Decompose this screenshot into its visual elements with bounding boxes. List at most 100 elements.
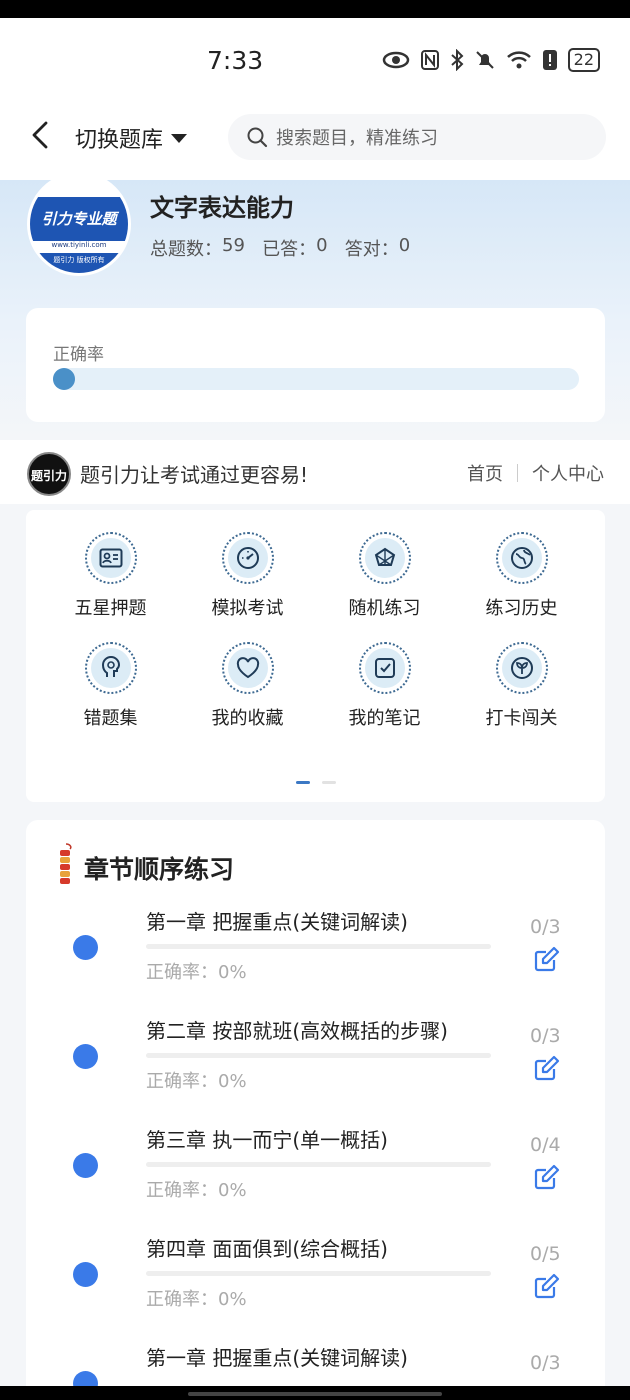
chapter-row[interactable]: 第一章 把握重点(关键词解读) 正确率：0% 0/3 bbox=[26, 892, 605, 1001]
accuracy-card: 正确率 bbox=[26, 308, 605, 422]
pager-dot[interactable] bbox=[322, 781, 336, 784]
gesture-bar bbox=[0, 1386, 630, 1400]
chapter-accuracy: 正确率：0% bbox=[146, 1289, 247, 1310]
chapter-progress-track bbox=[146, 944, 491, 949]
chapter-count: 0/3 bbox=[530, 916, 561, 938]
edit-icon[interactable] bbox=[534, 946, 560, 972]
eye-icon bbox=[382, 51, 409, 69]
chapter-count: 0/3 bbox=[530, 1025, 561, 1047]
chapter-bullet bbox=[73, 935, 98, 960]
menu-five-star[interactable]: 五星押题 bbox=[42, 532, 179, 620]
menu-mock-exam[interactable]: 模拟考试 bbox=[179, 532, 316, 620]
globe-icon bbox=[510, 547, 533, 569]
menu-label: 我的收藏 bbox=[211, 708, 284, 729]
answered-label: 已答： bbox=[262, 239, 317, 260]
search-icon bbox=[247, 127, 268, 148]
back-arrow-icon[interactable] bbox=[28, 120, 52, 150]
menu-label: 五星押题 bbox=[74, 598, 147, 619]
chapter-count: 0/5 bbox=[530, 1243, 561, 1265]
firecracker-icon bbox=[60, 843, 72, 884]
correct-label: 答对： bbox=[344, 239, 399, 260]
stats-spacer bbox=[328, 235, 345, 261]
subject-logo: 引力专业题 www.tiyinli.com 题引力 版权所有 bbox=[27, 172, 131, 276]
sprout-icon bbox=[510, 657, 533, 679]
status-icons: 22 bbox=[382, 48, 600, 72]
switch-bank-label: 切换题库 bbox=[75, 128, 164, 153]
gauge-icon bbox=[236, 547, 259, 569]
nfc-icon bbox=[420, 50, 439, 70]
mute-icon bbox=[475, 51, 494, 69]
top-bar: 切换题库 搜索题目，精准练习 bbox=[0, 90, 630, 180]
subject-summary: 引力专业题 www.tiyinli.com 题引力 版权所有 文字表达能力 总题… bbox=[0, 172, 630, 440]
chapter-count: 0/3 bbox=[530, 1352, 561, 1374]
accuracy-progress-fill bbox=[53, 368, 75, 390]
menu-wrong-answers[interactable]: 错题集 bbox=[42, 642, 179, 730]
answered-value: 0 bbox=[316, 235, 328, 256]
menu-favorites[interactable]: 我的收藏 bbox=[179, 642, 316, 730]
status-time: 7:33 bbox=[207, 46, 264, 75]
chapter-row[interactable]: 第四章 面面俱到(综合概括) 正确率：0% 0/5 bbox=[26, 1219, 605, 1328]
menu-pager bbox=[296, 781, 336, 784]
pager-dot-active[interactable] bbox=[296, 781, 310, 784]
bluetooth-icon bbox=[450, 49, 464, 71]
chapter-name: 第一章 把握重点(关键词解读) bbox=[146, 910, 408, 934]
stats-spacer bbox=[245, 235, 262, 261]
logo-url: www.tiyinli.com bbox=[30, 241, 128, 253]
chapter-name: 第二章 按部就班(高效概括的步骤) bbox=[146, 1019, 448, 1043]
menu-label: 练习历史 bbox=[485, 598, 558, 619]
chapter-accuracy: 正确率：0% bbox=[146, 1071, 247, 1092]
menu-practice-history[interactable]: 练习历史 bbox=[453, 532, 590, 620]
status-bar: 7:33 22 bbox=[0, 0, 630, 90]
chapter-progress-track bbox=[146, 1162, 491, 1167]
chapter-name: 第三章 执一而宁(单一概括) bbox=[146, 1128, 388, 1152]
accuracy-label: 正确率 bbox=[53, 345, 104, 365]
menu-random-practice[interactable]: 随机练习 bbox=[316, 532, 453, 620]
menu-notes[interactable]: 我的笔记 bbox=[316, 642, 453, 730]
correct-value: 0 bbox=[398, 235, 411, 256]
chapter-progress-track bbox=[146, 1271, 491, 1276]
brand-slogan: 题引力让考试通过更容易! bbox=[80, 463, 309, 487]
home-handle[interactable] bbox=[188, 1392, 442, 1396]
chapter-practice-section: 章节顺序练习 第一章 把握重点(关键词解读) 正确率：0% 0/3 第二章 按部… bbox=[26, 820, 605, 1400]
chapter-accuracy: 正确率：0% bbox=[146, 962, 247, 983]
menu-label: 错题集 bbox=[83, 708, 138, 729]
section-title: 章节顺序练习 bbox=[84, 855, 235, 884]
chapter-accuracy: 正确率：0% bbox=[146, 1180, 247, 1201]
link-divider bbox=[517, 464, 518, 482]
chapter-name: 第四章 面面俱到(综合概括) bbox=[146, 1237, 388, 1261]
alert-icon bbox=[542, 50, 557, 70]
battery-indicator: 22 bbox=[567, 48, 600, 72]
menu-label: 我的笔记 bbox=[348, 708, 421, 729]
total-label: 总题数： bbox=[150, 239, 222, 260]
feature-grid: 五星押题 模拟考试 随机练习 练习历史 错题集 我的收藏 我的笔记 打卡闯关 bbox=[42, 532, 590, 730]
shuffle-icon bbox=[374, 547, 395, 566]
menu-label: 打卡闯关 bbox=[485, 708, 558, 729]
chapter-bullet bbox=[73, 1153, 98, 1178]
home-link[interactable]: 首页 bbox=[467, 460, 503, 486]
brand-bar: 题引力 题引力让考试通过更容易! 首页 个人中心 bbox=[0, 440, 630, 504]
total-value: 59 bbox=[222, 235, 245, 256]
search-input[interactable]: 搜索题目，精准练习 bbox=[228, 114, 606, 160]
head-icon bbox=[101, 656, 120, 677]
edit-icon[interactable] bbox=[534, 1055, 560, 1081]
edit-icon[interactable] bbox=[534, 1164, 560, 1190]
edit-icon[interactable] bbox=[534, 1273, 560, 1299]
profile-link[interactable]: 个人中心 bbox=[532, 460, 604, 486]
chapter-row[interactable]: 第三章 执一而宁(单一概括) 正确率：0% 0/4 bbox=[26, 1110, 605, 1219]
logo-bottom: 题引力 版权所有 bbox=[30, 253, 128, 273]
id-card-icon bbox=[99, 548, 122, 568]
wifi-icon bbox=[506, 51, 531, 69]
chapter-bullet bbox=[73, 1044, 98, 1069]
switch-bank-button[interactable]: 切换题库 bbox=[75, 122, 188, 154]
heart-icon bbox=[236, 657, 259, 679]
brand-links: 首页 个人中心 bbox=[467, 460, 604, 486]
status-strip bbox=[0, 0, 630, 18]
chapter-progress-track bbox=[146, 1053, 491, 1058]
logo-text: 引力专业题 bbox=[30, 197, 128, 241]
menu-label: 模拟考试 bbox=[211, 598, 284, 619]
brand-logo: 题引力 bbox=[27, 452, 71, 496]
feature-menu: 五星押题 模拟考试 随机练习 练习历史 错题集 我的收藏 我的笔记 打卡闯关 bbox=[26, 510, 605, 802]
chapter-row[interactable]: 第二章 按部就班(高效概括的步骤) 正确率：0% 0/3 bbox=[26, 1001, 605, 1110]
menu-checkin[interactable]: 打卡闯关 bbox=[453, 642, 590, 730]
caret-down-icon bbox=[171, 133, 188, 143]
